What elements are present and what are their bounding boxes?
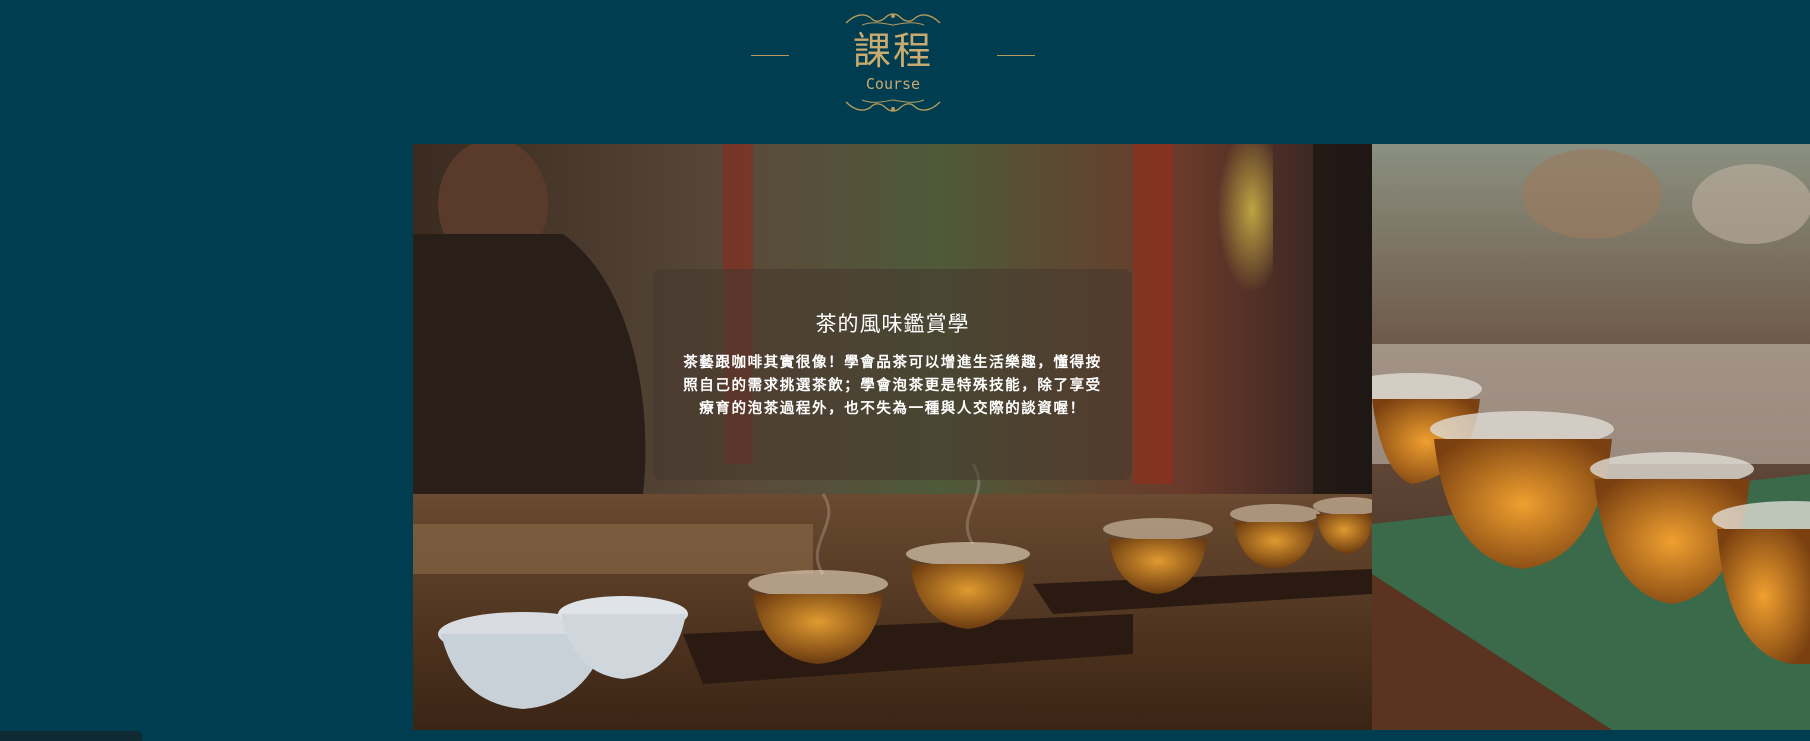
carousel-slide-active[interactable]: 茶的風味鑑賞學 茶藝跟咖啡其實很像！學會品茶可以增進生活樂趣，懂得按照自己的需求… [413,144,1372,730]
course-carousel[interactable]: 茶的風味鑑賞學 茶藝跟咖啡其實很像！學會品茶可以增進生活樂趣，懂得按照自己的需求… [0,144,1810,730]
header-divider-right [997,55,1035,56]
section-title: 課程 [852,29,933,73]
tea-cups-image [1372,144,1810,730]
bottom-left-tab[interactable] [0,731,142,741]
slide-title: 茶的風味鑑賞學 [815,312,970,336]
header-divider-left [751,55,789,56]
slide-description: 茶藝跟咖啡其實很像！學會品茶可以增進生活樂趣，懂得按照自己的需求挑選茶飲；學會泡… [683,355,1102,417]
carousel-slide-next[interactable] [1372,144,1810,730]
slide-caption: 茶的風味鑑賞學 茶藝跟咖啡其實很像！學會品茶可以增進生活樂趣，懂得按照自己的需求… [653,269,1132,480]
section-subtitle: Course [865,75,921,93]
section-header: 課程 Course [0,0,1810,130]
ornament-bottom-icon [845,99,941,112]
